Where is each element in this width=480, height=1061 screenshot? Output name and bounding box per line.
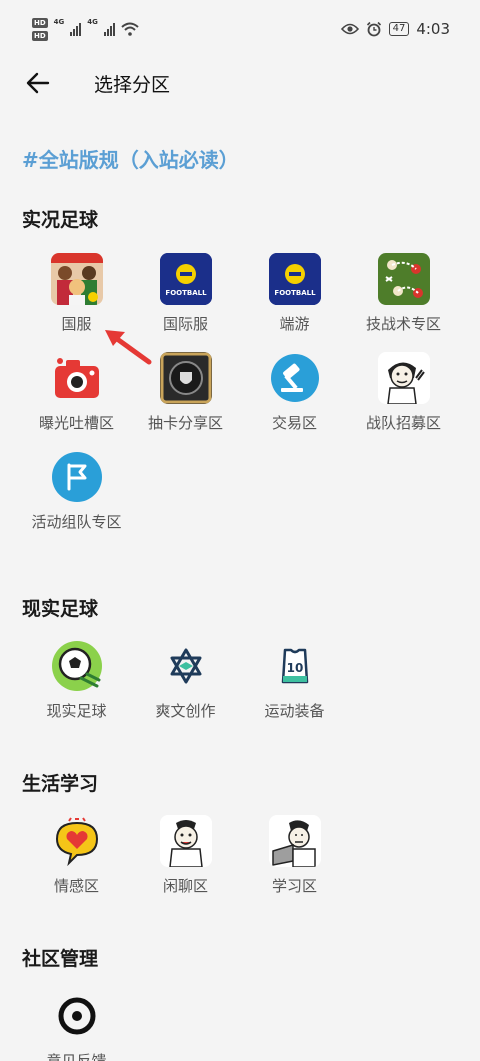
back-button[interactable] xyxy=(18,63,58,103)
camera-icon xyxy=(51,352,103,404)
section-grid-life-study: 情感区 闲聊区 学习区 xyxy=(22,815,458,896)
category-label: 端游 xyxy=(279,315,310,333)
efootball-logo-icon: FOOTBALL xyxy=(159,253,212,305)
network-type-2: 4G xyxy=(87,17,98,26)
category-label: 爽文创作 xyxy=(155,702,216,720)
efootball-logo-icon: FOOTBALL xyxy=(268,253,321,305)
alarm-icon xyxy=(366,21,381,37)
category-item-real-football[interactable]: 现实足球 xyxy=(22,640,131,721)
section-title-efootball: 实况足球 xyxy=(22,209,99,231)
category-item-intl-server[interactable]: FOOTBALL 国际服 xyxy=(131,253,240,334)
category-item-trade[interactable]: 交易区 xyxy=(240,352,349,433)
category-item-tactics[interactable]: 技战术专区 xyxy=(349,253,458,334)
jersey-number: 10 xyxy=(286,661,303,675)
efootball-logo-text: FOOTBALL xyxy=(274,289,316,297)
status-bar: HD HD 4G 4G 47 4:03 xyxy=(0,0,480,58)
section-title-real-football: 现实足球 xyxy=(22,598,99,620)
section-grid-real-football: 现实足球 爽文创作 10 运动装备 xyxy=(22,640,458,721)
efootball-players-icon xyxy=(50,253,103,305)
heart-bubble-icon xyxy=(51,815,103,867)
status-right: 47 4:03 xyxy=(340,20,450,38)
category-label: 交易区 xyxy=(271,414,317,432)
category-item-cn-server[interactable]: 国服 xyxy=(22,253,131,334)
signal-icon xyxy=(103,22,115,36)
status-left: HD HD 4G 4G xyxy=(32,17,139,41)
category-label: 运动装备 xyxy=(264,702,325,720)
category-label: 现实足球 xyxy=(46,702,107,720)
hd-badge-2: HD xyxy=(32,30,48,41)
section-grid-community-admin: 意见反馈 xyxy=(22,990,458,1061)
site-rules-link[interactable]: #全站版规（入站必读） xyxy=(22,144,239,173)
category-item-feedback[interactable]: 意见反馈 xyxy=(22,990,131,1061)
chat-meme-icon xyxy=(159,815,212,867)
category-item-chat[interactable]: 闲聊区 xyxy=(131,815,240,896)
category-item-study[interactable]: 学习区 xyxy=(240,815,349,896)
category-label: 闲聊区 xyxy=(162,877,208,895)
category-label: 意见反馈 xyxy=(46,1052,107,1061)
meme-face-icon xyxy=(377,352,430,404)
section-title-community-admin: 社区管理 xyxy=(22,948,99,970)
auction-hammer-icon xyxy=(269,352,321,404)
hd-badge-1: HD xyxy=(32,17,48,28)
clock: 4:03 xyxy=(416,20,450,38)
category-label: 国服 xyxy=(61,315,92,333)
eye-icon xyxy=(340,23,359,35)
flag-icon xyxy=(51,451,103,503)
jersey-icon: 10 xyxy=(269,640,321,692)
back-arrow-icon xyxy=(26,72,50,94)
soccer-ball-icon xyxy=(51,640,103,692)
category-item-team-recruit[interactable]: 战队招募区 xyxy=(349,352,458,433)
signal-icon xyxy=(70,22,82,36)
category-label: 战队招募区 xyxy=(365,414,441,432)
efootball-logo-text: FOOTBALL xyxy=(165,289,207,297)
category-item-gear[interactable]: 10 运动装备 xyxy=(240,640,349,721)
section-grid-efootball: 国服 FOOTBALL 国际服 FOOTBALL 端游 技战术专区 曝光吐槽区 … xyxy=(22,253,458,532)
card-badge-icon xyxy=(159,352,212,404)
study-meme-icon xyxy=(268,815,321,867)
wifi-icon xyxy=(121,22,139,36)
star-of-david-icon xyxy=(160,640,212,692)
battery-indicator: 47 xyxy=(388,22,410,36)
category-label: 曝光吐槽区 xyxy=(38,414,114,432)
category-label: 国际服 xyxy=(162,315,208,333)
tactics-board-icon xyxy=(377,253,430,305)
category-label: 活动组队专区 xyxy=(31,513,122,531)
category-item-fiction[interactable]: 爽文创作 xyxy=(131,640,240,721)
category-label: 情感区 xyxy=(53,877,99,895)
category-label: 抽卡分享区 xyxy=(147,414,223,432)
feedback-ring-icon xyxy=(51,990,103,1042)
category-label: 学习区 xyxy=(271,877,317,895)
category-label: 技战术专区 xyxy=(365,315,441,333)
network-type-1: 4G xyxy=(53,17,65,26)
red-arrow-pointer xyxy=(105,330,152,365)
category-item-pc-game[interactable]: FOOTBALL 端游 xyxy=(240,253,349,334)
page-title: 选择分区 xyxy=(94,73,171,96)
category-item-emotion[interactable]: 情感区 xyxy=(22,815,131,896)
section-title-life-study: 生活学习 xyxy=(22,773,99,795)
top-app-bar: 选择分区 xyxy=(0,58,480,108)
category-item-event-team[interactable]: 活动组队专区 xyxy=(22,451,131,532)
